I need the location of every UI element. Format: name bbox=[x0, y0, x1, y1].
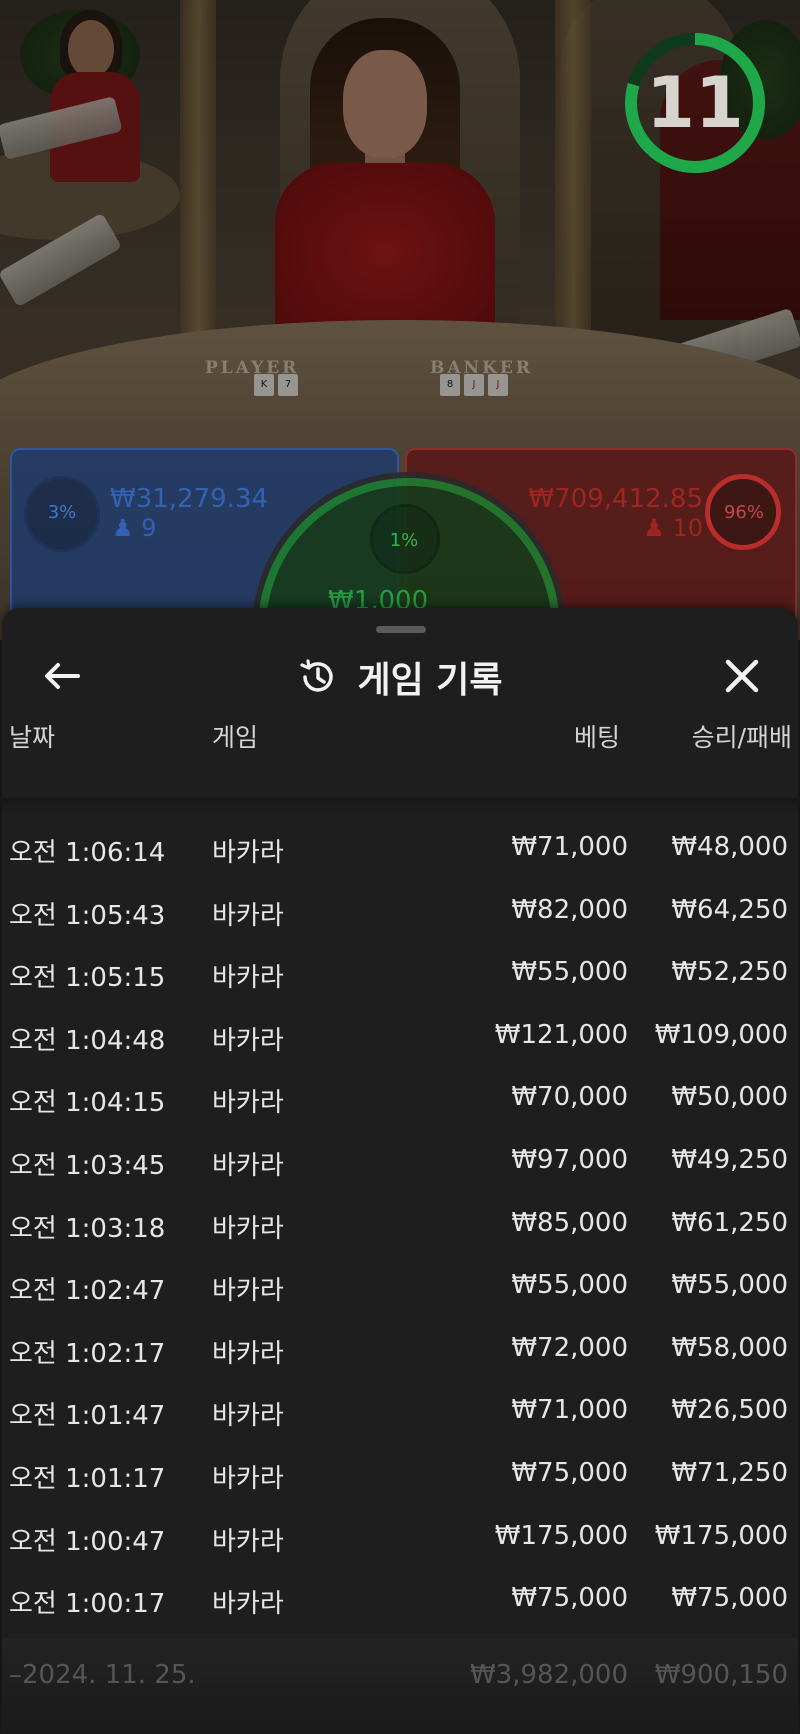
row-bet-amount: ₩82,000 bbox=[511, 894, 628, 925]
sheet-title: 게임 기록 bbox=[357, 660, 503, 701]
header-divider bbox=[2, 798, 798, 812]
row-game: 바카라 bbox=[212, 1463, 284, 1494]
row-result-amount: ₩71,250 bbox=[671, 1457, 788, 1488]
banker-count: ♟ 10 bbox=[643, 514, 703, 542]
table-row[interactable]: 오전 1:05:43 바카라 ₩82,000 ₩64,250 bbox=[2, 881, 798, 944]
row-bet-amount: ₩75,000 bbox=[511, 1583, 628, 1614]
row-game: 바카라 bbox=[212, 1025, 284, 1056]
row-bet-amount: ₩71,000 bbox=[511, 1395, 628, 1426]
table-row[interactable]: 오전 1:04:48 바카라 ₩121,000 ₩109,000 bbox=[2, 1006, 798, 1069]
table-row[interactable]: 오전 1:02:47 바카라 ₩55,000 ₩55,000 bbox=[2, 1256, 798, 1319]
row-time: 오전 1:01:17 bbox=[9, 1463, 166, 1494]
row-game: 바카라 bbox=[212, 1150, 284, 1181]
row-time: 오전 1:04:48 bbox=[9, 1025, 166, 1056]
row-time: 오전 1:02:17 bbox=[9, 1338, 166, 1369]
row-result-amount: ₩50,000 bbox=[671, 1082, 788, 1113]
table-row[interactable]: 오전 1:01:47 바카라 ₩71,000 ₩26,500 bbox=[2, 1381, 798, 1444]
sheet-header: 게임 기록 bbox=[2, 652, 798, 702]
row-time: 오전 1:05:43 bbox=[9, 900, 166, 931]
row-bet-amount: ₩75,000 bbox=[511, 1457, 628, 1488]
row-game: 바카라 bbox=[212, 1589, 284, 1620]
column-header-game: 게임 bbox=[212, 723, 259, 752]
table-row[interactable]: 오전 1:02:17 바카라 ₩72,000 ₩58,000 bbox=[2, 1319, 798, 1382]
row-result-amount: ₩48,000 bbox=[671, 832, 788, 862]
row-bet-amount: ₩121,000 bbox=[494, 1019, 628, 1050]
column-header-bet: 베팅 bbox=[573, 723, 620, 752]
row-time: 오전 1:06:14 bbox=[9, 838, 166, 868]
row-result-amount: ₩75,000 bbox=[671, 1583, 788, 1614]
table-row[interactable]: 오전 1:00:47 바카라 ₩175,000 ₩175,000 bbox=[2, 1507, 798, 1570]
sheet-drag-handle[interactable] bbox=[376, 626, 426, 633]
row-bet-amount: ₩175,000 bbox=[494, 1520, 628, 1551]
row-time: 오전 1:04:15 bbox=[9, 1088, 166, 1119]
row-time: 오전 1:00:47 bbox=[9, 1526, 166, 1557]
person-icon: ♟ bbox=[112, 514, 134, 542]
row-game: 바카라 bbox=[212, 1338, 284, 1369]
row-bet-amount: ₩70,000 bbox=[511, 1082, 628, 1113]
row-result-amount: ₩52,250 bbox=[671, 957, 788, 988]
close-icon bbox=[725, 659, 759, 693]
row-bet-amount: ₩55,000 bbox=[511, 957, 628, 988]
row-bet-amount: ₩72,000 bbox=[511, 1332, 628, 1363]
history-icon bbox=[300, 659, 334, 692]
close-button[interactable] bbox=[712, 646, 772, 706]
column-header-date: 날짜 bbox=[9, 723, 56, 752]
game-history-sheet: 게임 기록 날짜 게임 베팅 승리/패배 오전 1:06:14 바카라 ₩71,00… bbox=[2, 608, 798, 1734]
table-row[interactable]: 오전 1:06:14 바카라 ₩71,000 ₩48,000 bbox=[2, 818, 798, 881]
row-game: 바카라 bbox=[212, 838, 284, 868]
table-row[interactable]: 오전 1:03:18 바카라 ₩85,000 ₩61,250 bbox=[2, 1194, 798, 1257]
row-time: 오전 1:00:17 bbox=[9, 1589, 166, 1620]
history-table-body: 오전 1:06:14 바카라 ₩71,000 ₩48,000 오전 1:05:43 바카라… bbox=[2, 818, 798, 1632]
row-game: 바카라 bbox=[212, 900, 284, 931]
row-result-amount: ₩109,000 bbox=[654, 1019, 788, 1050]
row-result-amount: ₩26,500 bbox=[671, 1395, 788, 1426]
countdown-seconds: 11 bbox=[646, 62, 744, 144]
player-count: ♟ 9 bbox=[112, 514, 157, 542]
row-result-amount: ₩61,250 bbox=[671, 1207, 788, 1238]
row-time: 오전 1:03:18 bbox=[9, 1213, 166, 1244]
summary-bet-total: ₩3,982,000 bbox=[469, 1660, 628, 1690]
row-game: 바카라 bbox=[212, 1213, 284, 1244]
person-icon: ♟ bbox=[643, 514, 665, 542]
summary-date: –2024. 11. 25. bbox=[9, 1660, 196, 1690]
table-row[interactable]: 오전 1:01:17 바카라 ₩75,000 ₩71,250 bbox=[2, 1444, 798, 1507]
row-result-amount: ₩64,250 bbox=[671, 894, 788, 925]
history-summary-row: –2024. 11. 25. ₩3,982,000 ₩900,150 bbox=[2, 1638, 798, 1734]
row-result-amount: ₩175,000 bbox=[654, 1520, 788, 1551]
row-game: 바카라 bbox=[212, 963, 284, 994]
row-result-amount: ₩49,250 bbox=[671, 1144, 788, 1175]
table-row[interactable]: 오전 1:03:45 바카라 ₩97,000 ₩49,250 bbox=[2, 1131, 798, 1194]
table-row[interactable]: 오전 1:00:17 바카라 ₩75,000 ₩75,000 bbox=[2, 1569, 798, 1632]
row-time: 오전 1:05:15 bbox=[9, 963, 166, 994]
row-time: 오전 1:03:45 bbox=[9, 1150, 166, 1181]
table-row[interactable]: 오전 1:05:15 바카라 ₩55,000 ₩52,250 bbox=[2, 943, 798, 1006]
table-row[interactable]: 오전 1:04:15 바카라 ₩70,000 ₩50,000 bbox=[2, 1068, 798, 1131]
row-bet-amount: ₩55,000 bbox=[511, 1270, 628, 1301]
row-game: 바카라 bbox=[212, 1276, 284, 1307]
row-bet-amount: ₩71,000 bbox=[511, 832, 628, 862]
banker-bet-amount: ₩709,412.85 bbox=[528, 484, 703, 514]
player-percent: 3% bbox=[47, 502, 77, 523]
tie-percent: 1% bbox=[389, 530, 419, 551]
row-game: 바카라 bbox=[212, 1088, 284, 1119]
row-result-amount: ₩58,000 bbox=[671, 1332, 788, 1363]
row-time: 오전 1:02:47 bbox=[9, 1276, 166, 1307]
countdown-timer: 11 bbox=[624, 32, 766, 174]
row-result-amount: ₩55,000 bbox=[671, 1270, 788, 1301]
row-game: 바카라 bbox=[212, 1526, 284, 1557]
row-bet-amount: ₩85,000 bbox=[511, 1207, 628, 1238]
row-bet-amount: ₩97,000 bbox=[511, 1144, 628, 1175]
row-time: 오전 1:01:47 bbox=[9, 1401, 166, 1432]
summary-result-total: ₩900,150 bbox=[654, 1660, 788, 1690]
banker-percent: 96% bbox=[723, 502, 764, 523]
row-game: 바카라 bbox=[212, 1401, 284, 1432]
player-bet-amount: ₩31,279.34 bbox=[110, 484, 269, 514]
column-header-winloss: 승리/패배 bbox=[691, 723, 792, 752]
